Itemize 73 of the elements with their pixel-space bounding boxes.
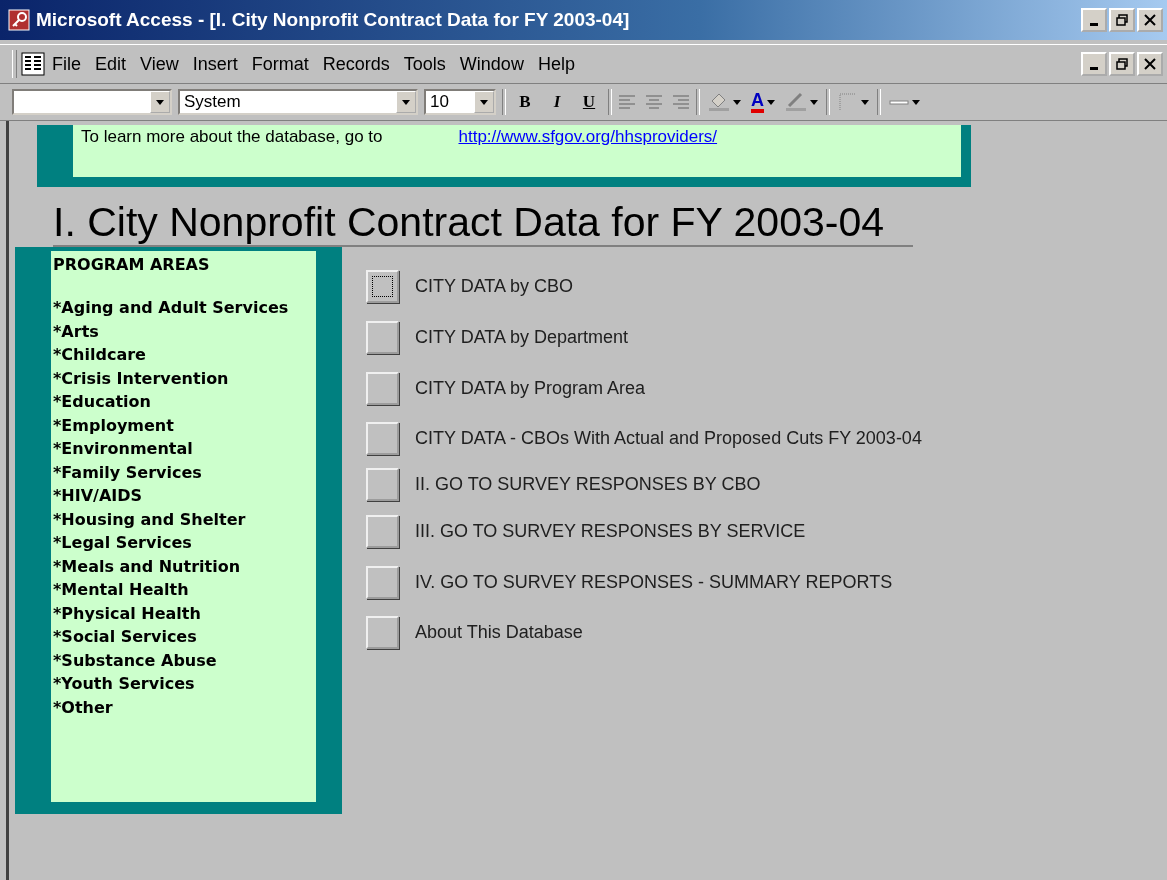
menu-item[interactable]: Format [244,53,316,75]
paint-bucket-icon [708,92,730,112]
close-icon [1144,14,1156,26]
style-button[interactable]: I [544,89,570,115]
program-area-item: *Physical Health [53,602,202,625]
menu-item[interactable]: Help [530,53,582,75]
program-area-item: *Environmental [53,438,194,460]
object-combo[interactable] [12,89,172,115]
font-combo[interactable]: System [178,89,418,115]
program-area-item: *Social Services [53,626,198,648]
program-area-item: *Education [53,391,152,413]
minimize-icon [1090,22,1098,26]
program-area-item: *Meals and Nutrition [53,555,242,578]
app-key-icon [8,9,30,31]
restore-button[interactable] [1109,52,1135,76]
minimize-button[interactable] [1081,52,1107,76]
website-link[interactable]: http://www.sfgov.org/hhsproviders/ [458,127,718,175]
command-label: CITY DATA - CBOs With Actual and Proposed Cuts FY 2003-04 [415,427,922,449]
command-label: III. GO TO SURVEY RESPONSES BY SERVICE [415,521,806,542]
program-area-item: *Other [53,696,114,719]
panel-title: PROGRAM AREAS [53,255,211,274]
close-icon [1144,58,1156,70]
banner-text: To learn more about the database, go to [81,127,383,148]
window-title: Microsoft Access - [I. City Nonprofit Contract Data for FY 2003-04] [36,9,631,31]
dropdown-arrow-icon [156,99,164,105]
program-area-item: *Childcare [53,344,147,366]
style-button[interactable]: B [512,89,538,115]
minimize-icon [1090,66,1098,70]
menu-item[interactable]: Insert [185,53,245,75]
dropdown-arrow-icon [767,99,775,105]
font-color-button[interactable]: A [749,89,777,115]
program-area-item: *Youth Services [53,673,196,695]
command-label: II. GO TO SURVEY RESPONSES BY CBO [415,473,761,495]
close-button[interactable] [1137,52,1163,76]
restore-icon [1116,14,1128,26]
dropdown-arrow-icon [861,99,869,105]
menu-item[interactable]: Window [452,53,531,75]
command-label: CITY DATA by CBO [415,276,574,297]
command-label: CITY DATA by Department [415,327,629,348]
pen-icon [785,92,807,112]
dropdown-arrow-icon [480,99,488,105]
dropdown-arrow-icon [912,99,920,105]
command-label: CITY DATA by Program Area [415,378,646,399]
menu-item[interactable]: Edit [88,53,134,75]
restore-icon [1116,58,1128,70]
program-area-item: *Employment [53,414,175,437]
command-label: IV. GO TO SURVEY RESPONSES - SUMMARY REPORTS [415,571,893,593]
style-button[interactable]: U [576,89,602,115]
program-area-item: *Arts [53,320,100,343]
program-area-item: *Legal Services [53,532,193,554]
command-label: About This Database [415,621,583,643]
dropdown-arrow-icon [733,99,741,105]
program-area-item: *Family Services [53,461,203,484]
program-area-item: *Substance Abuse [53,649,218,672]
minimize-button[interactable] [1081,8,1107,32]
menu-item[interactable]: View [133,53,186,75]
border-icon [838,92,858,112]
program-area-item: *Aging and Adult Services [53,297,290,319]
font-size-combo[interactable]: 10 [424,89,496,115]
program-area-item: *Crisis Intervention [53,367,230,390]
line-style-icon [889,99,909,105]
menu-item[interactable]: Records [315,53,397,75]
program-area-item: *HIV/AIDS [53,485,144,507]
close-button[interactable] [1137,8,1163,32]
command-button[interactable] [366,270,399,303]
menu-item[interactable]: Tools [396,53,453,75]
program-area-item: *Housing and Shelter [53,508,247,531]
dropdown-arrow-icon [810,99,818,105]
restore-button[interactable] [1109,8,1135,32]
program-area-item: *Mental Health [53,579,190,601]
menu-item[interactable]: File [45,53,88,75]
dropdown-arrow-icon [402,99,410,105]
form-icon[interactable] [21,52,45,76]
